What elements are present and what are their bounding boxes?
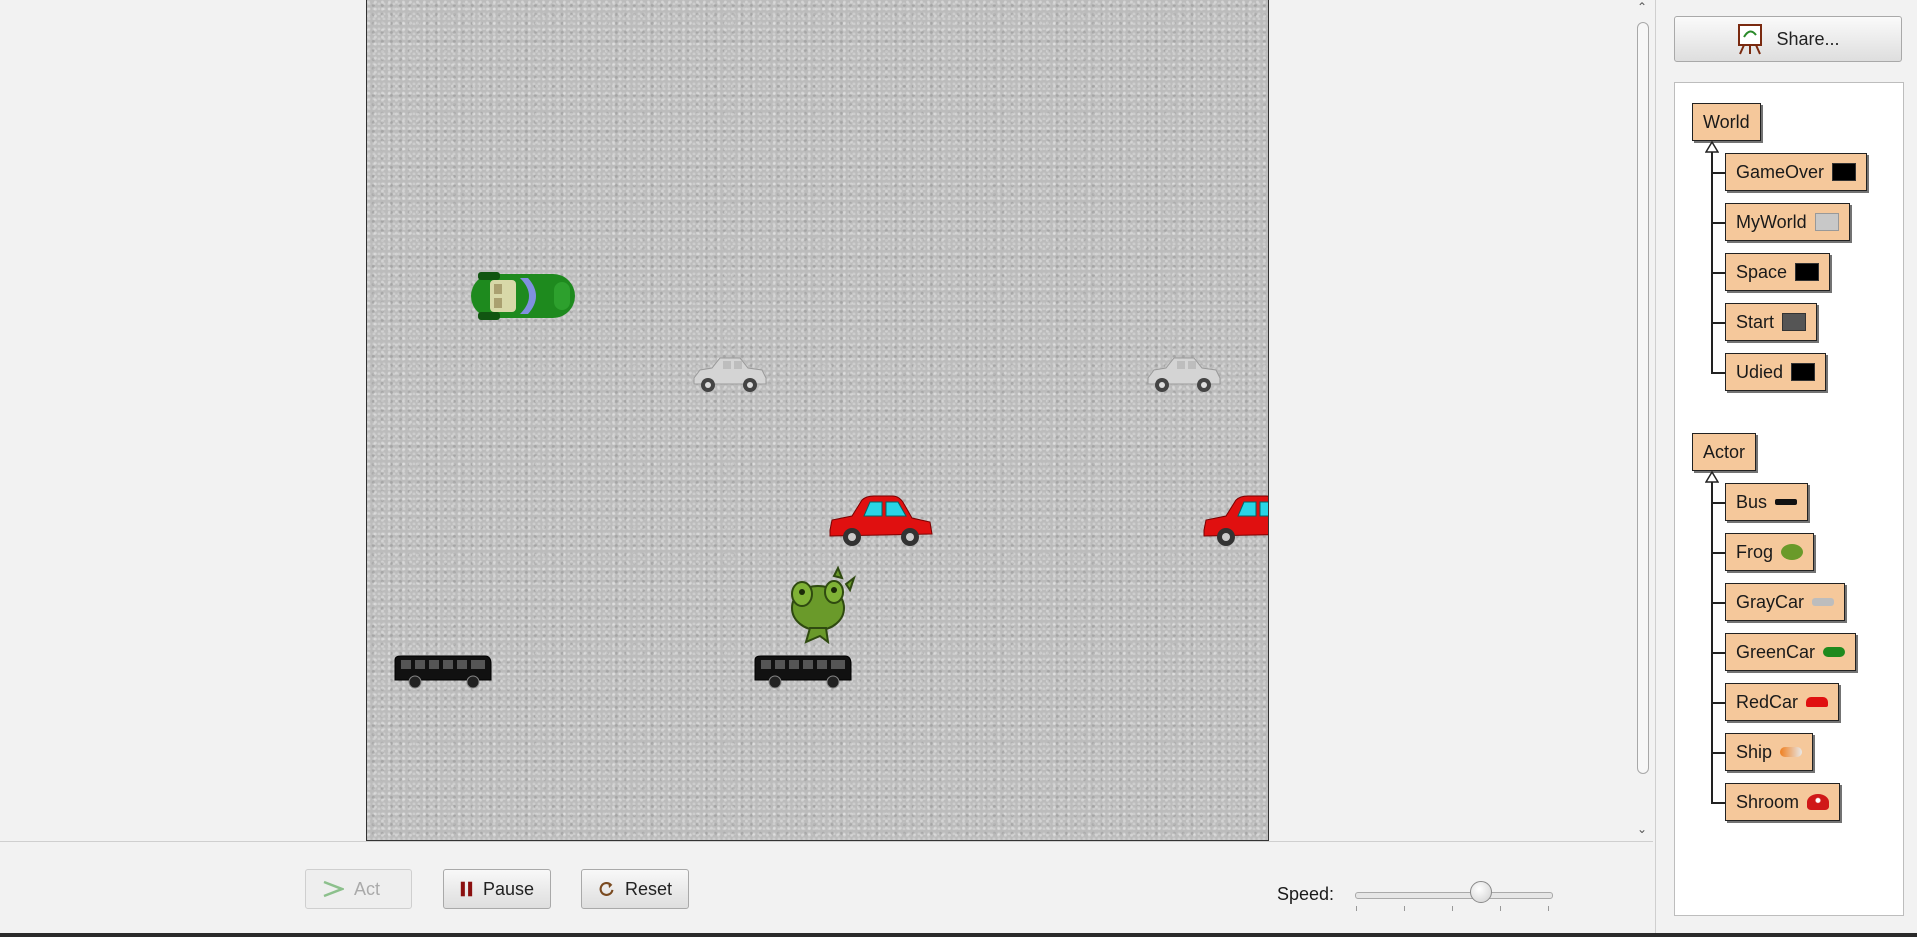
red-car-actor[interactable] [826,492,936,552]
scroll-down-icon[interactable]: ⌄ [1637,822,1647,836]
ship-icon [1780,747,1803,757]
speed-slider-knob[interactable] [1470,881,1492,903]
space-thumbnail-icon [1795,263,1820,281]
tree-line [1711,752,1725,754]
class-bus[interactable]: Bus [1725,483,1809,521]
gray-car-actor[interactable] [1144,354,1222,394]
class-graycar[interactable]: GrayCar [1725,583,1846,621]
class-world[interactable]: World [1692,103,1761,141]
tree-line [1711,372,1725,374]
tree-line [1711,802,1725,804]
scrollbar-thumb[interactable] [1637,22,1649,774]
tree-line [1711,172,1725,174]
class-udied[interactable]: Udied [1725,353,1827,391]
share-button[interactable]: Share... [1674,16,1902,62]
class-space[interactable]: Space [1725,253,1831,291]
class-start[interactable]: Start [1725,303,1818,341]
pause-label: Pause [482,878,534,899]
tree-line [1711,222,1725,224]
frog-icon [1781,544,1804,560]
green-car-actor[interactable] [468,268,578,324]
start-thumbnail-icon [1782,313,1807,331]
speed-label: Speed: [1277,884,1335,904]
tree-line [1711,482,1713,802]
tree-line [1711,272,1725,274]
tree-line [1711,602,1725,604]
tree-line [1711,652,1725,654]
bus-actor[interactable] [393,654,493,690]
tree-line [1711,152,1713,372]
speed-tick [1404,906,1405,911]
world-canvas[interactable] [366,0,1269,841]
mushroom-icon [1807,794,1830,810]
world-scrollbar[interactable]: ⌃ ⌄ [1633,0,1653,840]
speed-tick [1500,906,1501,911]
class-shroom[interactable]: Shroom [1725,783,1841,821]
texture-thumbnail-icon [1814,213,1839,231]
pause-button[interactable]: Pause [443,869,551,909]
class-redcar[interactable]: RedCar [1725,683,1840,721]
space-thumbnail-icon [1791,363,1816,381]
gray-car-icon [1812,598,1835,606]
tree-line [1711,322,1725,324]
class-ship[interactable]: Ship [1725,733,1814,771]
tree-line [1711,702,1725,704]
reset-icon [599,882,614,896]
class-actor[interactable]: Actor [1692,433,1757,471]
bus-icon [1775,499,1798,505]
execution-controls: Act Pause Reset Speed: [0,841,1653,935]
act-button[interactable]: Act [305,869,412,909]
gray-car-actor[interactable] [690,354,768,394]
class-greencar[interactable]: GreenCar [1725,633,1857,671]
class-frog[interactable]: Frog [1725,533,1815,571]
class-gameover[interactable]: GameOver [1725,153,1868,191]
speed-slider-track[interactable] [1355,892,1553,899]
window-bottom-edge [0,933,1917,937]
tree-line [1711,502,1725,504]
reset-label: Reset [624,878,672,899]
red-car-icon [1806,697,1829,707]
frog-actor[interactable] [780,566,856,644]
class-myworld[interactable]: MyWorld [1725,203,1850,241]
space-thumbnail-icon [1832,163,1857,181]
green-car-icon [1823,647,1846,657]
red-car-actor[interactable] [1200,492,1269,552]
bus-actor[interactable] [753,654,853,690]
reset-button[interactable]: Reset [581,869,689,909]
share-label: Share... [1776,28,1840,49]
speed-tick [1452,906,1453,911]
class-diagram: World GameOver MyWorld Space Start Udied [1674,82,1904,916]
speed-tick [1356,906,1357,911]
act-label: Act [354,878,381,899]
play-arrow-icon [323,880,344,898]
pause-icon [460,881,473,897]
easel-icon [1738,24,1763,55]
speed-tick [1548,906,1549,911]
scroll-up-icon[interactable]: ⌃ [1637,0,1647,14]
tree-line [1711,552,1725,554]
class-panel: Share... World GameOver MyWorld Space St… [1655,0,1917,933]
